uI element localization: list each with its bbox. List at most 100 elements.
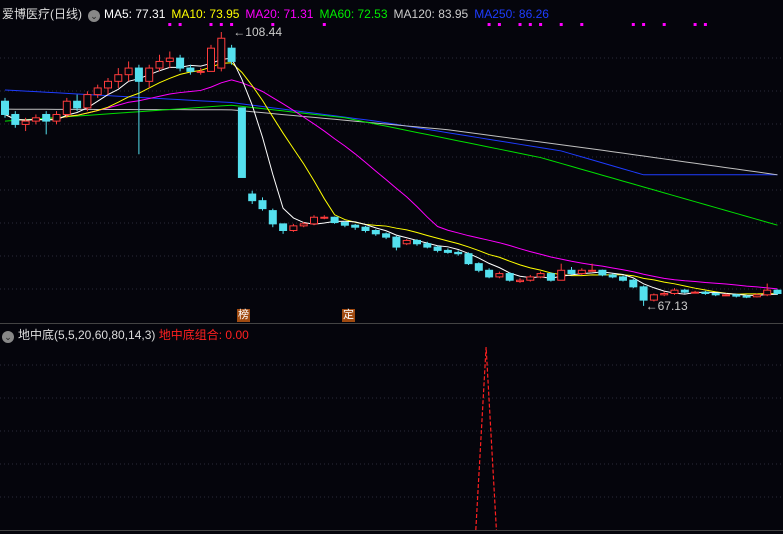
candle-up: [516, 279, 524, 283]
candle-down: [454, 251, 463, 255]
ma5-label: MA5: 77.31: [104, 7, 166, 21]
chevron-down-icon[interactable]: ⌄: [88, 10, 100, 22]
candle-down: [340, 222, 349, 226]
signal-dot: [168, 23, 172, 26]
candle-down: [382, 233, 391, 238]
candle-up: [124, 67, 133, 76]
signal-dot: [539, 23, 543, 26]
candle-down: [773, 289, 782, 294]
signal-dot: [580, 23, 584, 26]
candle-down: [186, 67, 195, 72]
candle-down: [485, 269, 494, 278]
ma5-line: [4, 57, 778, 296]
candle-down: [361, 226, 370, 232]
candle-down: [258, 200, 267, 210]
main-legend: 爱博医疗(日线) ⌄ MA5: 77.31 MA10: 73.95 MA20: 71.3…: [2, 5, 555, 22]
indicator-name: 地中底(5,5,20,60,80,14,3): [18, 328, 156, 342]
candle-down: [433, 246, 442, 251]
candle-up: [670, 289, 679, 294]
candle-down: [474, 263, 483, 271]
candle-down: [732, 294, 741, 297]
candle-up: [207, 47, 215, 72]
candle-up: [83, 94, 92, 109]
indicator-spike: [475, 346, 497, 531]
ma10-line: [4, 62, 778, 295]
signal-dot: [693, 23, 697, 26]
candle-up: [763, 289, 772, 296]
candle-down: [392, 236, 401, 248]
candle-up: [320, 216, 329, 219]
ma60-label: MA60: 72.53: [319, 7, 388, 21]
candle-down: [464, 253, 473, 265]
tag-ding: 定: [342, 309, 355, 322]
candle-down: [567, 269, 576, 275]
ma10-label: MA10: 73.95: [171, 7, 240, 21]
candle-up: [21, 120, 30, 125]
candle-down: [413, 239, 421, 245]
candle-up: [196, 70, 205, 73]
candle-down: [351, 224, 360, 228]
candle-down: [248, 193, 257, 202]
ma120-line: [4, 108, 778, 176]
candle-up: [145, 67, 154, 82]
candle-down: [505, 273, 514, 281]
candle-down: [701, 291, 710, 294]
candle-down: [134, 67, 143, 82]
candle-up: [62, 100, 71, 115]
stock-title: 爱博医疗(日线): [2, 7, 82, 21]
candle-up: [299, 223, 308, 227]
candle-up: [217, 37, 226, 69]
candle-up: [495, 273, 504, 278]
candle-down: [598, 269, 607, 276]
candle-down: [237, 107, 246, 178]
signal-dot: [209, 23, 213, 26]
signal-dot: [642, 23, 646, 26]
signal-dot: [497, 23, 501, 26]
signal-dot: [518, 23, 522, 26]
indicator-legend: ⌄ 地中底(5,5,20,60,80,14,3) 地中底组合: 0.00: [2, 326, 249, 343]
candle-down: [443, 249, 452, 253]
candle-up: [93, 87, 102, 96]
candle-up: [402, 239, 411, 245]
signal-dot: [219, 23, 223, 26]
high-price-label: ←108.44: [233, 25, 282, 39]
candle-down: [680, 289, 689, 293]
candle-up: [691, 291, 700, 294]
candle-down: [176, 57, 185, 69]
candle-down: [619, 276, 627, 281]
candle-up: [31, 117, 40, 122]
indicator-value: 地中底组合: 0.00: [158, 328, 249, 342]
candle-down: [73, 100, 82, 109]
ma20-line: [4, 79, 778, 290]
candle-up: [52, 113, 61, 122]
candle-up: [588, 269, 597, 272]
candle-up: [557, 269, 566, 281]
candle-down: [371, 230, 380, 235]
chevron-down-icon[interactable]: ⌄: [2, 331, 14, 343]
candle-up: [752, 294, 761, 298]
candle-down: [268, 210, 277, 225]
signal-dot: [528, 23, 532, 26]
tag-bang: 榜: [237, 309, 250, 322]
candle-down: [546, 273, 555, 281]
candle-up: [104, 80, 112, 89]
signal-dot: [662, 23, 666, 26]
candle-down: [227, 47, 236, 62]
signal-dot: [559, 23, 563, 26]
candle-up: [526, 276, 535, 281]
candle-down: [42, 113, 51, 122]
candle-down: [742, 295, 751, 298]
signal-dot: [631, 23, 635, 26]
ma20-label: MA20: 71.31: [245, 7, 314, 21]
signal-dot: [178, 23, 182, 26]
ma250-line: [4, 89, 778, 176]
candle-up: [536, 273, 545, 278]
signal-dot: [703, 23, 707, 26]
candle-up: [289, 225, 298, 232]
ma120-label: MA120: 83.95: [393, 7, 469, 21]
signal-dot: [322, 23, 326, 26]
candle-up: [114, 74, 123, 82]
candle-down: [279, 223, 288, 232]
candle-up: [155, 60, 164, 69]
candle-down: [330, 216, 339, 224]
